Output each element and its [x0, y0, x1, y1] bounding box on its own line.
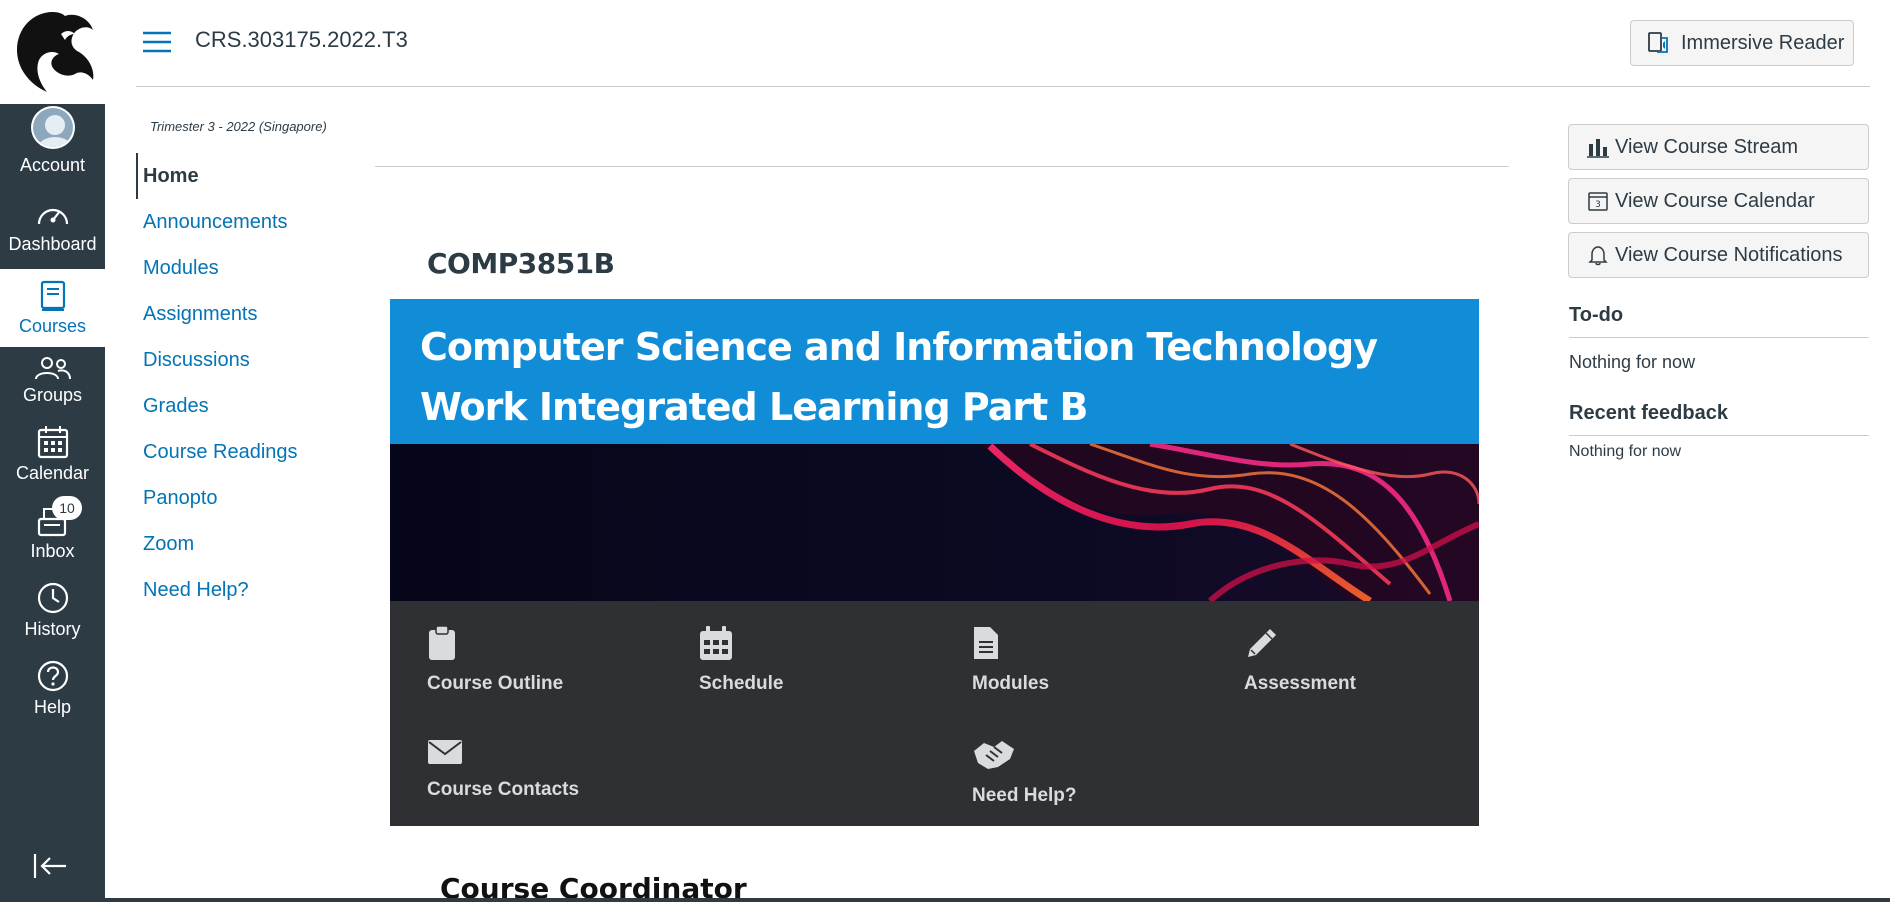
clipboard-icon — [429, 625, 455, 660]
todo-empty-text: Nothing for now — [1569, 352, 1696, 372]
nav-dashboard-label: Dashboard — [8, 234, 97, 254]
course-nav-zoom[interactable]: Zoom — [136, 521, 346, 567]
hero-image — [390, 444, 1479, 601]
inbox-unread-badge: 10 — [52, 496, 82, 520]
view-course-stream-label: View Course Stream — [1615, 135, 1799, 158]
course-banner: Computer Science and Information Technol… — [390, 299, 1479, 444]
immersive-reader-label: Immersive Reader — [1681, 31, 1845, 54]
course-nav-course-readings[interactable]: Course Readings — [136, 429, 346, 475]
nav-dashboard[interactable]: Dashboard — [0, 189, 105, 265]
tile-assessment-label: Assessment — [1244, 673, 1356, 694]
breadcrumb-course-id[interactable]: CRS.303175.2022.T3 — [195, 27, 408, 53]
tile-modules-label: Modules — [972, 673, 1050, 694]
course-nav-grades[interactable]: Grades — [136, 383, 346, 429]
institution-logo[interactable] — [0, 0, 105, 104]
immersive-reader-button[interactable]: Immersive Reader — [1630, 20, 1854, 66]
header-divider — [136, 86, 1870, 87]
tile-need-help[interactable]: Need Help? — [972, 737, 1077, 807]
horse-logo-icon — [16, 12, 93, 92]
bar-chart-icon — [1587, 139, 1609, 158]
view-course-stream-button[interactable]: View Course Stream — [1568, 124, 1869, 170]
nav-account-label: Account — [19, 155, 86, 175]
view-course-notifications-label: View Course Notifications — [1615, 243, 1843, 266]
nav-groups-label: Groups — [22, 385, 83, 405]
pencil-icon — [1248, 629, 1276, 657]
course-nav-announcements[interactable]: Announcements — [136, 199, 346, 245]
calendar-grid-icon — [700, 626, 732, 660]
todo-heading: To-do — [1569, 304, 1869, 338]
bottom-edge-bar — [60, 898, 1890, 902]
tile-course-outline[interactable]: Course Outline — [427, 625, 563, 695]
collapse-nav-button[interactable] — [32, 852, 70, 885]
course-title: Computer Science and Information Technol… — [420, 325, 1378, 429]
course-nav-need-help[interactable]: Need Help? — [136, 567, 346, 613]
course-nav-panopto[interactable]: Panopto — [136, 475, 346, 521]
global-navigation: Account Dashboard Courses Groups Calenda… — [0, 0, 105, 902]
tile-course-contacts[interactable]: Course Contacts — [427, 737, 579, 801]
nav-courses-label: Courses — [18, 316, 87, 336]
envelope-icon — [428, 740, 462, 764]
bell-icon — [1588, 246, 1608, 266]
course-navigation: Home Announcements Modules Assignments D… — [136, 153, 346, 613]
help-icon — [37, 660, 68, 692]
nav-courses[interactable]: Courses — [0, 269, 105, 347]
course-menu-toggle[interactable] — [141, 30, 173, 59]
courses-icon — [40, 280, 65, 311]
course-nav-modules[interactable]: Modules — [136, 245, 346, 291]
nav-history-label: History — [24, 619, 81, 639]
course-nav-home[interactable]: Home — [136, 153, 346, 199]
tile-need-help-label: Need Help? — [972, 785, 1077, 806]
immersive-reader-icon — [1648, 32, 1668, 53]
groups-icon — [34, 357, 71, 380]
view-course-notifications-button[interactable]: View Course Notifications — [1568, 232, 1869, 278]
course-nav-discussions[interactable]: Discussions — [136, 337, 346, 383]
document-icon — [974, 627, 998, 659]
course-code-heading: COMP3851B — [427, 247, 615, 280]
svg-text:3: 3 — [1595, 200, 1601, 210]
handshake-icon — [974, 741, 1014, 769]
nav-calendar-label: Calendar — [15, 463, 90, 483]
nav-help[interactable]: Help — [0, 652, 105, 728]
tile-course-contacts-label: Course Contacts — [427, 779, 580, 800]
abstract-smoke-graphic — [390, 444, 1479, 601]
tile-course-outline-label: Course Outline — [427, 673, 564, 694]
tile-schedule[interactable]: Schedule — [699, 625, 783, 695]
course-tiles: Course Outline Schedule Modules Assessme… — [390, 601, 1479, 826]
nav-help-label: Help — [33, 697, 72, 717]
nav-history[interactable]: History — [0, 574, 105, 650]
tile-assessment[interactable]: Assessment — [1244, 625, 1356, 695]
nav-account[interactable]: Account — [0, 106, 105, 186]
tile-modules[interactable]: Modules — [972, 625, 1049, 695]
nav-calendar[interactable]: Calendar — [0, 418, 105, 494]
feedback-empty-text: Nothing for now — [1569, 443, 1682, 460]
history-icon — [37, 582, 68, 614]
calendar-icon — [37, 426, 68, 459]
content-divider — [375, 166, 1509, 167]
avatar — [30, 106, 75, 149]
collapse-arrow-icon — [33, 854, 66, 878]
view-course-calendar-button[interactable]: 3 View Course Calendar — [1568, 178, 1869, 224]
nav-groups[interactable]: Groups — [0, 340, 105, 416]
calendar-day-icon: 3 — [1588, 192, 1608, 211]
course-term: Trimester 3 - 2022 (Singapore) — [150, 119, 327, 134]
tile-schedule-label: Schedule — [699, 673, 784, 694]
nav-inbox-label: Inbox — [30, 541, 75, 561]
dashboard-icon — [37, 208, 68, 225]
view-course-calendar-label: View Course Calendar — [1615, 189, 1815, 212]
hamburger-icon — [143, 31, 171, 53]
recent-feedback-heading: Recent feedback — [1569, 402, 1869, 436]
course-nav-assignments[interactable]: Assignments — [136, 291, 346, 337]
